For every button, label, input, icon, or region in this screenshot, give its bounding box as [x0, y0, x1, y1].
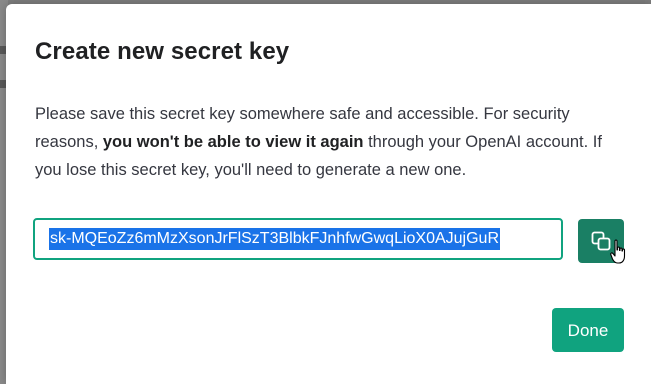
- secret-key-value[interactable]: sk-MQEoZz6mMzXsonJrFlSzT3BlbkFJnhfwGwqLi…: [49, 228, 501, 250]
- secret-key-dialog: Create new secret key Please save this s…: [6, 4, 651, 384]
- done-button[interactable]: Done: [552, 308, 624, 352]
- copy-icon: [591, 231, 611, 251]
- description-warning: you won't be able to view it again: [102, 133, 364, 151]
- secret-key-field[interactable]: sk-MQEoZz6mMzXsonJrFlSzT3BlbkFJnhfwGwqLi…: [33, 218, 563, 260]
- dialog-title: Create new secret key: [35, 38, 290, 65]
- copy-button[interactable]: [578, 219, 624, 263]
- dialog-description: Please save this secret key somewhere sa…: [35, 100, 625, 184]
